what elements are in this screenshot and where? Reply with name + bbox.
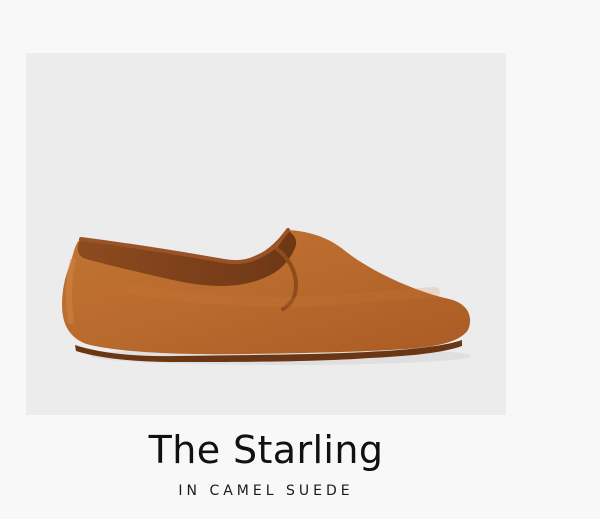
product-image-panel[interactable]	[26, 53, 506, 415]
product-card: The Starling IN CAMEL SUEDE	[0, 0, 600, 519]
product-title: The Starling	[148, 428, 384, 472]
shoe-image	[62, 228, 471, 365]
product-subtitle: IN CAMEL SUEDE	[178, 483, 354, 499]
